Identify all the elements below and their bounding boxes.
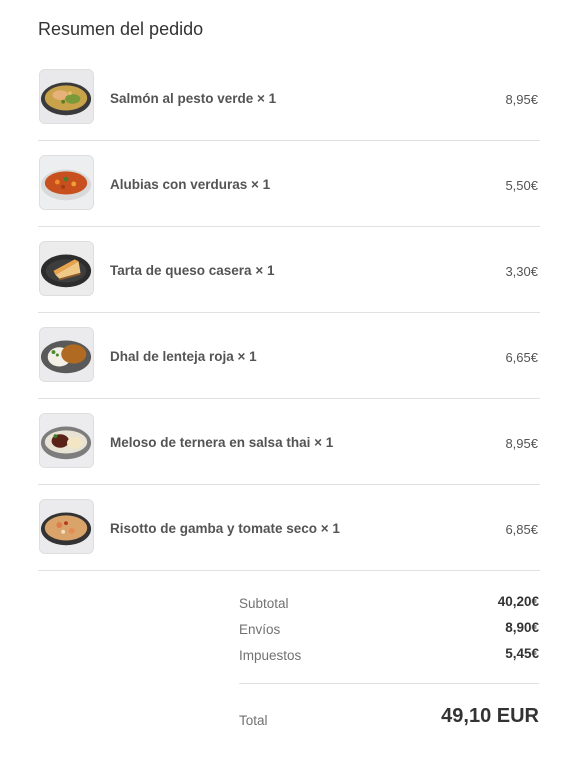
subtotal-value: 40,20€ — [497, 594, 539, 609]
item-name: Risotto de gamba y tomate seco × 1 — [110, 521, 340, 536]
item-name: Alubias con verduras × 1 — [110, 177, 271, 192]
taxes-row: Impuestos 5,45€ — [239, 644, 539, 670]
order-summary-title: Resumen del pedido — [38, 19, 204, 39]
order-item: Risotto de gamba y tomate seco × 1 6,85€ — [38, 485, 540, 571]
subtotal-row: Subtotal 40,20€ — [239, 592, 539, 618]
order-item: Meloso de ternera en salsa thai × 1 8,95… — [38, 399, 540, 485]
subtotal-label: Subtotal — [239, 596, 289, 611]
item-price: 5,50€ — [505, 178, 538, 193]
taxes-value: 5,45€ — [505, 646, 539, 661]
order-item: Salmón al pesto verde × 1 8,95€ — [38, 55, 540, 141]
order-totals: Subtotal 40,20€ Envíos 8,90€ Impuestos 5… — [239, 592, 539, 670]
item-price: 8,95€ — [505, 436, 538, 451]
item-price: 6,65€ — [505, 350, 538, 365]
cheesecake-dish-image — [39, 241, 94, 296]
item-name: Dhal de lenteja roja × 1 — [110, 349, 257, 364]
order-item: Dhal de lenteja roja × 1 6,65€ — [38, 313, 540, 399]
red-lentil-dhal-dish-image — [39, 327, 94, 382]
shipping-value: 8,90€ — [505, 620, 539, 635]
totals-divider — [239, 683, 539, 684]
shrimp-risotto-dish-image — [39, 499, 94, 554]
item-price: 6,85€ — [505, 522, 538, 537]
shipping-row: Envíos 8,90€ — [239, 618, 539, 644]
beans-vegetables-dish-image — [39, 155, 94, 210]
item-price: 8,95€ — [505, 92, 538, 107]
taxes-label: Impuestos — [239, 648, 302, 663]
item-name: Meloso de ternera en salsa thai × 1 — [110, 435, 334, 450]
item-name: Tarta de queso casera × 1 — [110, 263, 275, 278]
order-item: Alubias con verduras × 1 5,50€ — [38, 141, 540, 227]
item-name: Salmón al pesto verde × 1 — [110, 91, 277, 106]
beef-thai-sauce-dish-image — [39, 413, 94, 468]
order-items-list: Salmón al pesto verde × 1 8,95€ Alubias … — [38, 55, 540, 571]
item-price: 3,30€ — [505, 264, 538, 279]
salmon-pesto-dish-image — [39, 69, 94, 124]
order-item: Tarta de queso casera × 1 3,30€ — [38, 227, 540, 313]
total-value: 49,10 EUR — [441, 705, 539, 727]
shipping-label: Envíos — [239, 622, 281, 637]
total-label: Total — [239, 713, 268, 728]
